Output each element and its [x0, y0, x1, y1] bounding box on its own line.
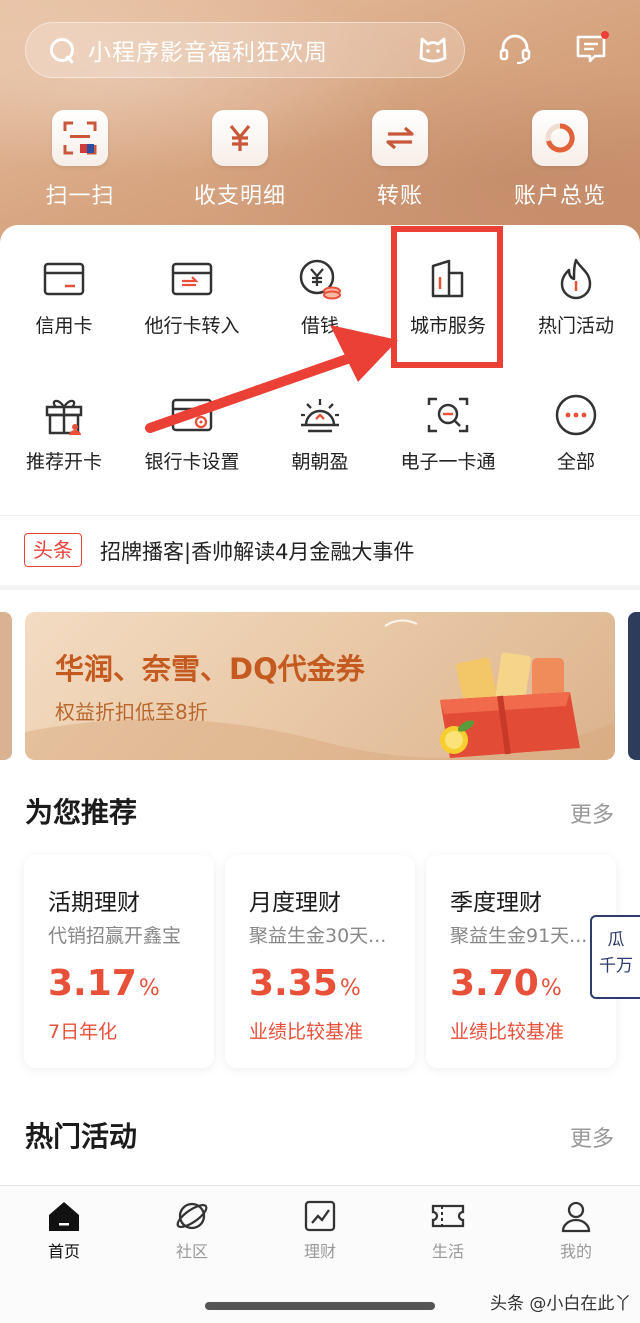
- tab-label: 生活: [431, 1242, 464, 1261]
- more-dots-icon: [552, 391, 600, 439]
- quick-transfer-label: 转账: [376, 184, 423, 209]
- product-subtitle: 聚益生金91天...: [450, 925, 588, 947]
- quick-transfer[interactable]: 转账: [330, 110, 470, 210]
- quick-accounts-label: 账户总览: [513, 184, 606, 209]
- banner-next-peek[interactable]: [628, 612, 640, 760]
- banner-subtitle: 权益折扣低至8折: [55, 700, 208, 724]
- transfer-icon: [372, 110, 428, 166]
- product-rate-note: 业绩比较基准: [450, 1021, 565, 1043]
- hot-activity-title: 热门活动: [25, 1120, 138, 1153]
- product-subtitle: 代销招赢开鑫宝: [48, 925, 182, 947]
- service-credit-card[interactable]: 信用卡: [0, 255, 128, 338]
- tab-mine[interactable]: 我的: [512, 1198, 640, 1262]
- tab-label: 我的: [559, 1242, 592, 1261]
- service-recommend-card[interactable]: 推荐开卡: [0, 391, 128, 474]
- product-rate: 3.35%: [249, 963, 361, 1004]
- headset-icon[interactable]: [497, 30, 533, 66]
- ticket-icon: [430, 1198, 466, 1234]
- bottom-tab-bar: 首页 社区 理财 生活 我的 头条 @小白在此丫: [0, 1185, 640, 1323]
- quick-statement[interactable]: 收支明细: [170, 110, 310, 210]
- planet-icon: [174, 1198, 210, 1234]
- quick-statement-label: 收支明细: [193, 184, 286, 209]
- service-label: 推荐开卡: [25, 451, 102, 473]
- product-rate: 3.70%: [450, 963, 562, 1004]
- account-ring-icon: [532, 110, 588, 166]
- gift-icon: [40, 391, 88, 439]
- product-rate-note: 7日年化: [48, 1021, 118, 1043]
- product-title: 月度理财: [249, 890, 341, 916]
- service-label: 全部: [556, 451, 595, 473]
- message-icon[interactable]: [573, 30, 609, 66]
- headline-text[interactable]: 招牌播客|香帅解读4月金融大事件: [100, 536, 414, 566]
- headline-bar[interactable]: 头条 招牌播客|香帅解读4月金融大事件: [0, 515, 640, 585]
- product-subtitle: 聚益生金30天...: [249, 925, 387, 947]
- service-label: 热门活动: [537, 315, 614, 337]
- search-bar[interactable]: 小程序影音福利狂欢周: [25, 22, 465, 78]
- person-icon: [558, 1198, 594, 1234]
- tab-wealth[interactable]: 理财: [256, 1198, 384, 1262]
- recommend-section: 为您推荐 更多 活期理财 代销招赢开鑫宝 3.17% 7日年化 月度理财 聚益生…: [0, 775, 640, 1095]
- chart-icon: [302, 1198, 338, 1234]
- search-icon: [48, 36, 76, 64]
- quick-scan[interactable]: 扫一扫: [10, 110, 150, 210]
- tab-community[interactable]: 社区: [128, 1198, 256, 1262]
- floating-side-tab[interactable]: 瓜 千万: [590, 915, 640, 999]
- recommend-title: 为您推荐: [25, 796, 138, 829]
- banner-title: 华润、奈雪、DQ代金券: [55, 652, 365, 686]
- tab-life[interactable]: 生活: [384, 1198, 512, 1262]
- service-label: 信用卡: [35, 315, 93, 337]
- credit-card-icon: [40, 255, 88, 303]
- tab-home[interactable]: 首页: [0, 1198, 128, 1262]
- banner-prev-peek[interactable]: [0, 612, 12, 760]
- home-indicator[interactable]: [205, 1302, 435, 1310]
- product-card[interactable]: 月度理财 聚益生金30天... 3.35% 业绩比较基准: [225, 855, 415, 1068]
- product-rate: 3.17%: [48, 963, 160, 1004]
- scan-icon: [52, 110, 108, 166]
- product-card[interactable]: 活期理财 代销招赢开鑫宝 3.17% 7日年化: [24, 855, 214, 1068]
- gift-box-illustration: [440, 652, 580, 758]
- red-arrow-annotation: [145, 325, 398, 433]
- home-icon: [46, 1198, 82, 1234]
- service-all[interactable]: 全部: [512, 391, 640, 474]
- service-hot-activity[interactable]: 热门活动: [512, 255, 640, 338]
- recommend-more-link[interactable]: 更多: [570, 797, 614, 829]
- service-label: 朝朝盈: [291, 451, 349, 473]
- service-label: 电子一卡通: [400, 451, 496, 473]
- watermark: 头条 @小白在此丫: [490, 1294, 632, 1314]
- hot-activity-more-link[interactable]: 更多: [570, 1121, 614, 1153]
- card-transfer-in-icon: [168, 255, 216, 303]
- product-card[interactable]: 季度理财 聚益生金91天... 3.70% 业绩比较基准: [426, 855, 616, 1068]
- e-card-icon: [424, 391, 472, 439]
- headline-tag: 头条: [24, 533, 82, 567]
- yen-statement-icon: [212, 110, 268, 166]
- promo-banner[interactable]: 华润、奈雪、DQ代金券 权益折扣低至8折: [25, 612, 615, 760]
- product-title: 季度理财: [450, 890, 542, 916]
- product-rate-note: 业绩比较基准: [249, 1021, 364, 1043]
- quick-accounts[interactable]: 账户总览: [490, 110, 630, 210]
- cat-mascot-icon[interactable]: [415, 30, 451, 66]
- tab-label: 社区: [175, 1242, 208, 1261]
- loan-icon: [296, 255, 344, 303]
- banner-carousel: 华润、奈雪、DQ代金券 权益折扣低至8折: [0, 590, 640, 775]
- product-title: 活期理财: [48, 890, 140, 916]
- flame-icon: [552, 255, 600, 303]
- hot-activity-section: 热门活动 更多: [0, 1095, 640, 1185]
- tab-label: 首页: [47, 1242, 80, 1261]
- side-tab-line: 千万: [599, 956, 633, 976]
- search-placeholder: 小程序影音福利狂欢周: [88, 40, 328, 66]
- tab-label: 理财: [303, 1242, 336, 1261]
- quick-scan-label: 扫一扫: [45, 184, 115, 209]
- service-label: 银行卡设置: [144, 451, 240, 473]
- side-tab-line: 瓜: [607, 930, 625, 950]
